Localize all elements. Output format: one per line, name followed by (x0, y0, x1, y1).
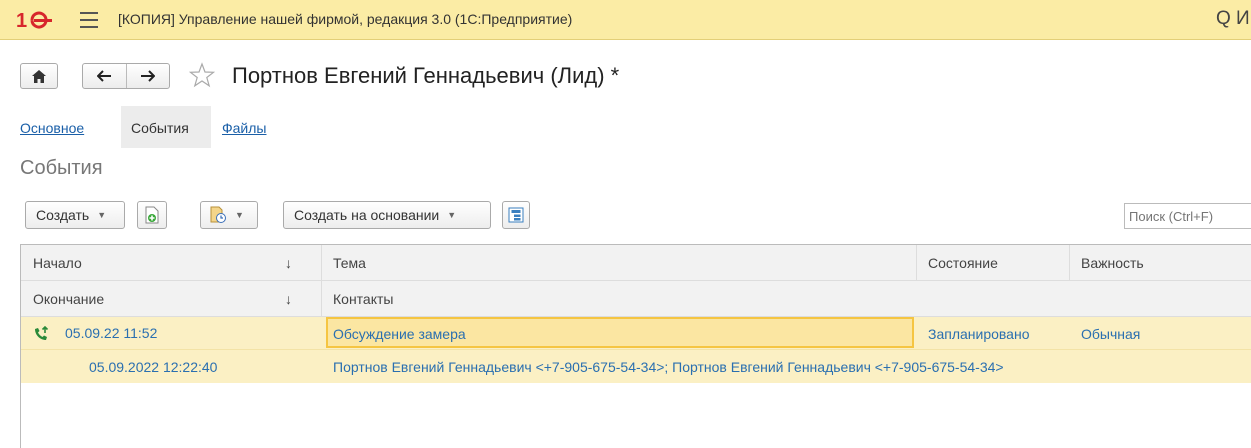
add-document-button[interactable] (137, 201, 167, 229)
table-row[interactable]: 05.09.2022 12:22:40 Портнов Евгений Генн… (21, 350, 1251, 383)
arrow-right-icon (140, 70, 155, 82)
column-header-end[interactable]: Окончание (21, 281, 104, 316)
chevron-down-icon: ▼ (235, 210, 244, 220)
chevron-down-icon: ▼ (447, 210, 457, 220)
tab-main[interactable]: Основное (20, 120, 84, 136)
column-header-contacts[interactable]: Контакты (321, 281, 393, 316)
table-header-row-2: Окончание ↓ Контакты (21, 281, 1251, 317)
sort-arrow-icon[interactable]: ↓ (285, 245, 292, 280)
menu-icon[interactable] (80, 12, 98, 28)
event-contacts[interactable]: Портнов Евгений Геннадьевич <+7-905-675-… (321, 350, 1004, 383)
hierarchy-button[interactable] (502, 201, 530, 229)
table-header-row-1: Начало ↓ Тема Состояние Важность (21, 245, 1251, 281)
event-start[interactable]: 05.09.22 11:52 (53, 317, 157, 349)
document-clock-icon (210, 206, 226, 223)
home-icon (32, 69, 46, 83)
column-header-state[interactable]: Состояние (916, 245, 998, 280)
hierarchy-icon (508, 207, 524, 223)
app-title: [КОПИЯ] Управление нашей фирмой, редакци… (118, 11, 573, 27)
column-header-topic[interactable]: Тема (321, 245, 366, 280)
logo-1c-icon[interactable]: 1 (16, 9, 54, 31)
sort-arrow-icon[interactable]: ↓ (285, 281, 292, 316)
document-clock-button[interactable]: ▼ (200, 201, 258, 229)
tab-events[interactable]: События (121, 106, 211, 148)
column-header-start[interactable]: Начало (21, 245, 82, 280)
column-header-importance[interactable]: Важность (1069, 245, 1144, 280)
arrow-left-icon (97, 70, 112, 82)
back-forward-group (82, 63, 170, 89)
create-button[interactable]: Создать ▼ (25, 201, 125, 229)
chevron-down-icon: ▼ (97, 210, 107, 220)
forward-button[interactable] (127, 70, 170, 82)
phone-outgoing-icon (35, 326, 49, 340)
create-button-label: Создать (36, 207, 90, 223)
events-table: Начало ↓ Тема Состояние Важность Окончан… (20, 244, 1251, 448)
svg-text:1: 1 (16, 10, 27, 31)
back-button[interactable] (83, 70, 126, 82)
home-button[interactable] (20, 63, 58, 89)
title-bar: 1 [КОПИЯ] Управление нашей фирмой, редак… (0, 0, 1251, 40)
focused-cell[interactable] (326, 317, 914, 348)
tab-files[interactable]: Файлы (222, 120, 266, 136)
create-based-on-label: Создать на основании (294, 207, 440, 223)
add-document-icon (145, 206, 159, 224)
search-input[interactable] (1124, 203, 1251, 229)
document-title: Портнов Евгений Геннадьевич (Лид) * (232, 63, 620, 88)
section-title: События (20, 157, 103, 179)
event-end[interactable]: 05.09.2022 12:22:40 (77, 350, 217, 383)
tab-events-label: События (131, 120, 189, 136)
global-search-icon[interactable]: Q И (1216, 8, 1250, 30)
star-icon[interactable] (189, 62, 215, 88)
create-based-on-button[interactable]: Создать на основании ▼ (283, 201, 491, 229)
